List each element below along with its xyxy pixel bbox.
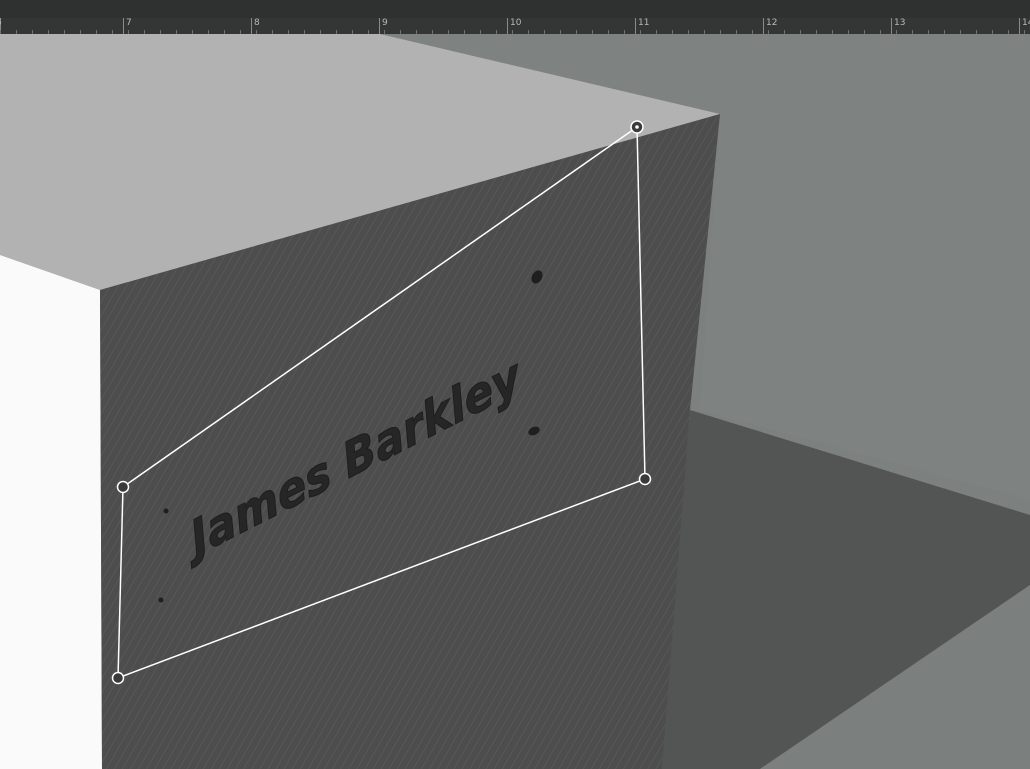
ruler-label-7: 7 <box>126 18 132 28</box>
ruler-label-14: 14 <box>1022 18 1030 28</box>
left-handle[interactable] <box>116 480 130 494</box>
bottom-left-handle[interactable] <box>111 671 125 685</box>
hole-mark <box>163 508 169 514</box>
ruler-label-11: 11 <box>638 18 650 28</box>
document-canvas[interactable]: James Barkley <box>0 34 1030 769</box>
ruler-label-6: 6 <box>0 19 2 28</box>
ruler-label-9: 9 <box>382 18 388 28</box>
ruler-label-10: 10 <box>510 18 522 28</box>
top-right-handle[interactable] <box>630 120 644 134</box>
box-left-face <box>0 255 102 769</box>
ruler-top <box>0 0 1030 19</box>
right-handle[interactable] <box>638 472 652 486</box>
hole-mark <box>158 597 164 603</box>
ruler-label-13: 13 <box>894 18 906 28</box>
ruler-label-8: 8 <box>254 18 260 28</box>
ruler-label-12: 12 <box>766 18 778 28</box>
